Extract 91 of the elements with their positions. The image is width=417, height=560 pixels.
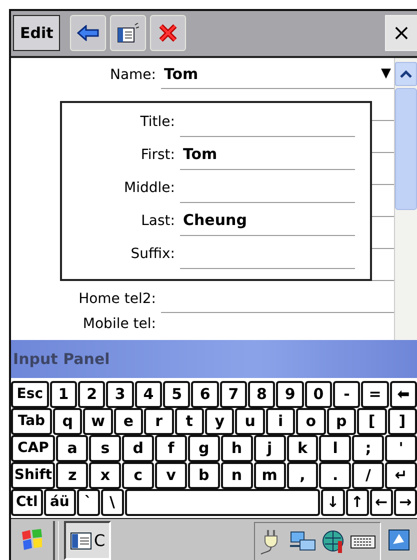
keyboard-key[interactable]: q xyxy=(52,408,82,435)
keyboard-key[interactable]: ` xyxy=(76,488,100,516)
field-value: Tom xyxy=(183,145,218,164)
keyboard-key[interactable]: ↵ xyxy=(385,462,417,489)
keyboard-key[interactable]: 4 xyxy=(134,380,162,408)
keyboard-key[interactable]: i xyxy=(266,408,296,435)
keyboard-key[interactable]: s xyxy=(89,434,122,462)
keyboard-key[interactable]: 6 xyxy=(191,380,219,408)
scroll-up-button[interactable] xyxy=(395,62,417,86)
keyboard-key[interactable]: l xyxy=(319,434,352,462)
field-label: Home tel2: xyxy=(78,290,157,309)
keyboard-key[interactable]: 7 xyxy=(220,380,248,408)
keyboard-key[interactable]: p xyxy=(326,408,356,435)
keyboard-key[interactable]: c xyxy=(122,462,154,489)
keyboard-key[interactable]: g xyxy=(188,434,220,462)
field-label: Last: xyxy=(140,212,176,231)
keyboard-key[interactable]: 8 xyxy=(248,380,276,408)
input-panel-title: Input Panel xyxy=(11,340,417,378)
keyboard-key[interactable]: 9 xyxy=(276,380,304,408)
field-label: Title: xyxy=(139,112,176,132)
keyboard-key[interactable]: o xyxy=(296,408,326,435)
back-arrow-icon xyxy=(77,25,100,42)
keyboard-key[interactable]: d xyxy=(122,434,154,462)
input-field[interactable]: Cheung xyxy=(180,206,355,236)
keyboard-key[interactable]: 3 xyxy=(106,380,134,408)
keyboard-key[interactable]: Ctl xyxy=(11,488,43,516)
keyboard-key[interactable]: = xyxy=(361,380,389,408)
keyboard-key[interactable]: ↓ xyxy=(321,488,345,516)
field-value: Cheung xyxy=(183,211,247,230)
keyboard-key[interactable]: t xyxy=(174,408,204,435)
keyboard-key[interactable]: u xyxy=(235,408,265,435)
keyboard-key[interactable]: x xyxy=(89,462,122,489)
keyboard-key[interactable]: → xyxy=(394,488,417,516)
window-icon xyxy=(70,532,92,550)
keyboard-key[interactable]: k xyxy=(286,434,318,462)
field-label: First: xyxy=(140,146,176,165)
field-label: Middle: xyxy=(123,178,176,198)
keyboard-key[interactable]: n xyxy=(220,462,253,489)
close-button[interactable]: × xyxy=(385,15,417,52)
keyboard-icon xyxy=(350,534,376,550)
flag-icon xyxy=(20,528,44,552)
keyboard-key[interactable]: b xyxy=(188,462,220,489)
keyboard-key[interactable]: ; xyxy=(352,434,384,462)
keyboard-key[interactable]: - xyxy=(333,380,360,408)
keyboard-key[interactable]: \ xyxy=(100,488,124,516)
edit-menu[interactable]: Edit xyxy=(13,15,60,52)
keyboard-key[interactable]: r xyxy=(144,408,174,435)
keyboard-key[interactable]: Tab xyxy=(11,408,52,435)
keyboard-key[interactable]: ↑ xyxy=(346,488,369,516)
keyboard-key[interactable]: m xyxy=(254,462,286,489)
keyboard-key[interactable]: . xyxy=(319,462,352,489)
note-button[interactable] xyxy=(110,15,146,52)
keyboard-key[interactable]: h xyxy=(220,434,253,462)
keyboard-key[interactable]: ← xyxy=(370,488,393,516)
keyboard-key[interactable]: 2 xyxy=(78,380,106,408)
keyboard-key[interactable]: a xyxy=(56,434,88,462)
dropdown-arrow[interactable]: ▼ xyxy=(381,66,391,82)
input-field[interactable]: Tom xyxy=(180,140,355,170)
keyboard-key[interactable]: j xyxy=(254,434,286,462)
keyboard-key[interactable]: ] xyxy=(388,408,417,435)
keyboard-key[interactable]: Esc xyxy=(11,380,49,408)
keyboard-key[interactable]: w xyxy=(83,408,113,435)
keyboard-key[interactable]: / xyxy=(352,462,384,489)
chevron-up-icon xyxy=(400,70,412,78)
scroll-thumb[interactable] xyxy=(395,88,417,210)
keyboard-key[interactable]: ⬅ xyxy=(390,380,417,408)
keyboard-key[interactable]: 0 xyxy=(304,380,332,408)
keyboard-key[interactable]: y xyxy=(204,408,234,435)
field-label: Suffix: xyxy=(130,244,176,264)
delete-button[interactable] xyxy=(150,15,186,52)
field-label: Name: xyxy=(108,66,157,85)
keyboard-key[interactable]: ' xyxy=(385,434,417,462)
field-value: Tom xyxy=(164,64,198,83)
keyboard-key[interactable]: , xyxy=(286,462,318,489)
keyboard-key[interactable]: Shift xyxy=(11,462,56,489)
scrollbar[interactable] xyxy=(394,58,417,340)
x-icon xyxy=(158,23,178,44)
keyboard-key[interactable]: [ xyxy=(357,408,387,435)
keyboard-key[interactable]: CAP xyxy=(11,434,56,462)
keyboard-key[interactable]: v xyxy=(155,462,187,489)
note-icon xyxy=(117,23,140,44)
keyboard-key[interactable]: z xyxy=(56,462,88,489)
task-button[interactable]: C xyxy=(64,521,112,560)
keyboard-key[interactable]: 5 xyxy=(163,380,190,408)
field-label: Mobile tel: xyxy=(82,316,157,334)
space-bar[interactable] xyxy=(124,488,320,516)
back-button[interactable] xyxy=(70,15,106,52)
keyboard-key[interactable]: e xyxy=(114,408,144,435)
keyboard-key[interactable]: 1 xyxy=(50,380,78,408)
keyboard-key[interactable]: f xyxy=(155,434,187,462)
keyboard-key[interactable]: áü xyxy=(44,488,76,516)
